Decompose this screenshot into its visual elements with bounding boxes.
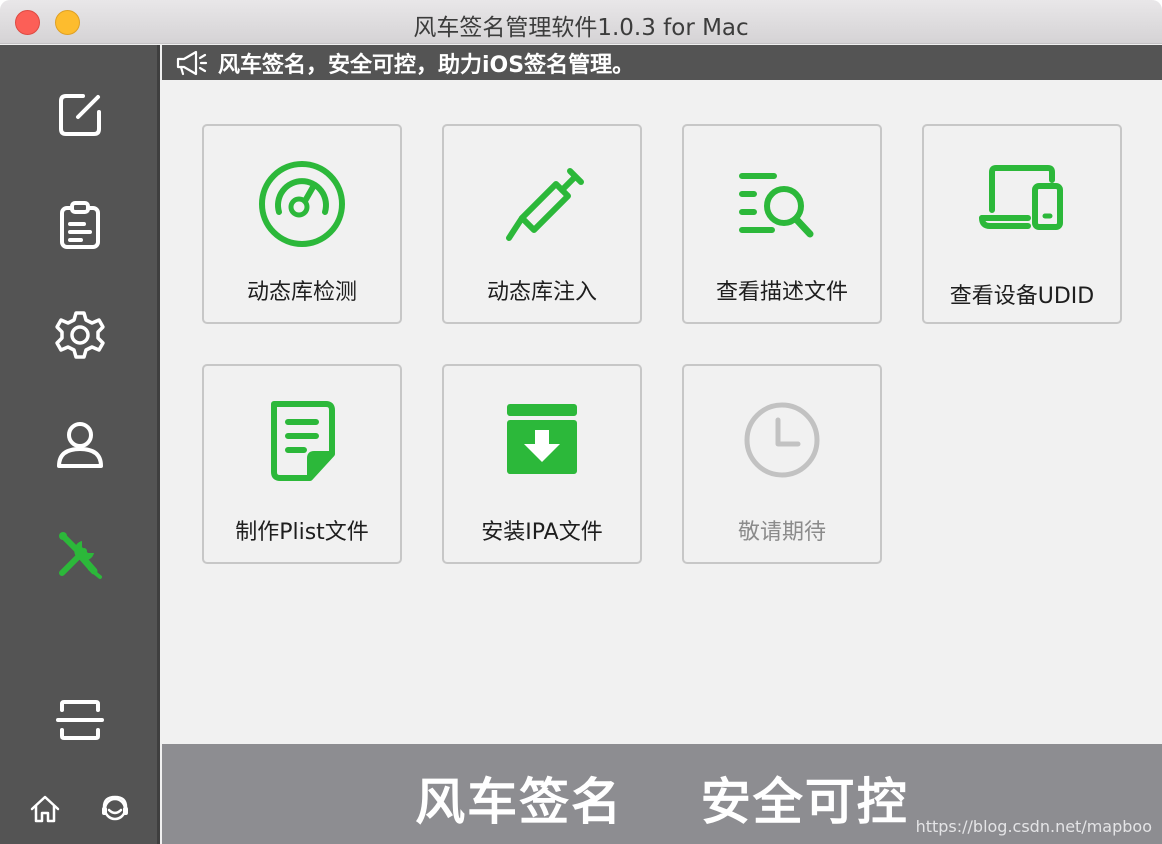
gauge-icon: [252, 154, 352, 254]
support-icon: [102, 795, 128, 821]
tool-card-coming-soon: 敬请期待: [682, 364, 882, 564]
edit-icon: [59, 94, 101, 136]
search-list-icon: [732, 154, 832, 254]
tools-grid: 动态库检测 动态库注入 查看描述文件 查看设备UDID 制作Plist文件 安装…: [162, 80, 1162, 744]
tool-card-make-plist[interactable]: 制作Plist文件: [202, 364, 402, 564]
sidebar-item-clipboard[interactable]: [50, 195, 110, 255]
scan-icon: [56, 700, 104, 740]
tool-label: 安装IPA文件: [481, 520, 603, 545]
sidebar: [0, 45, 160, 844]
install-box-icon: [492, 394, 592, 494]
tool-label: 动态库注入: [486, 280, 597, 305]
announcement-bar: 风车签名，安全可控，助力iOS签名管理。: [162, 45, 1162, 80]
syringe-icon: [492, 154, 592, 254]
window-title: 风车签名管理软件1.0.3 for Mac: [413, 15, 749, 41]
sidebar-item-account[interactable]: [50, 415, 110, 475]
sidebar-item-tools[interactable]: [50, 525, 110, 585]
support-button[interactable]: [97, 791, 133, 827]
megaphone-icon: [174, 48, 208, 78]
tool-card-dylib-inject[interactable]: 动态库注入: [442, 124, 642, 324]
gear-icon: [55, 311, 105, 359]
app-window: 风车签名管理软件1.0.3 for Mac 风车签名，安全可控，助力iOS签名管…: [0, 0, 1162, 844]
tool-card-view-udid[interactable]: 查看设备UDID: [922, 124, 1122, 324]
document-icon: [252, 394, 352, 494]
announcement-text: 风车签名，安全可控，助力iOS签名管理。: [218, 52, 635, 78]
tool-label: 制作Plist文件: [235, 520, 369, 545]
tool-card-view-profile[interactable]: 查看描述文件: [682, 124, 882, 324]
tool-label: 动态库检测: [246, 280, 357, 305]
sidebar-item-settings[interactable]: [50, 305, 110, 365]
user-icon: [57, 422, 103, 468]
clipboard-icon: [60, 201, 100, 249]
tool-card-install-ipa[interactable]: 安装IPA文件: [442, 364, 642, 564]
clock-icon: [732, 394, 832, 494]
footer-banner: 风车签名 安全可控 https://blog.csdn.net/mapboo: [162, 744, 1162, 844]
home-button[interactable]: [27, 791, 63, 827]
tool-label: 查看描述文件: [715, 280, 848, 305]
title-bar: 风车签名管理软件1.0.3 for Mac: [0, 0, 1162, 44]
home-icon: [30, 795, 60, 823]
tool-label: 查看设备UDID: [949, 284, 1095, 309]
sidebar-item-edit[interactable]: [50, 85, 110, 145]
tools-icon: [59, 532, 102, 579]
devices-icon: [972, 154, 1072, 254]
tool-card-dylib-check[interactable]: 动态库检测: [202, 124, 402, 324]
sidebar-item-scan[interactable]: [50, 690, 110, 750]
watermark-text: https://blog.csdn.net/mapboo: [915, 817, 1152, 836]
tool-label: 敬请期待: [737, 520, 826, 545]
